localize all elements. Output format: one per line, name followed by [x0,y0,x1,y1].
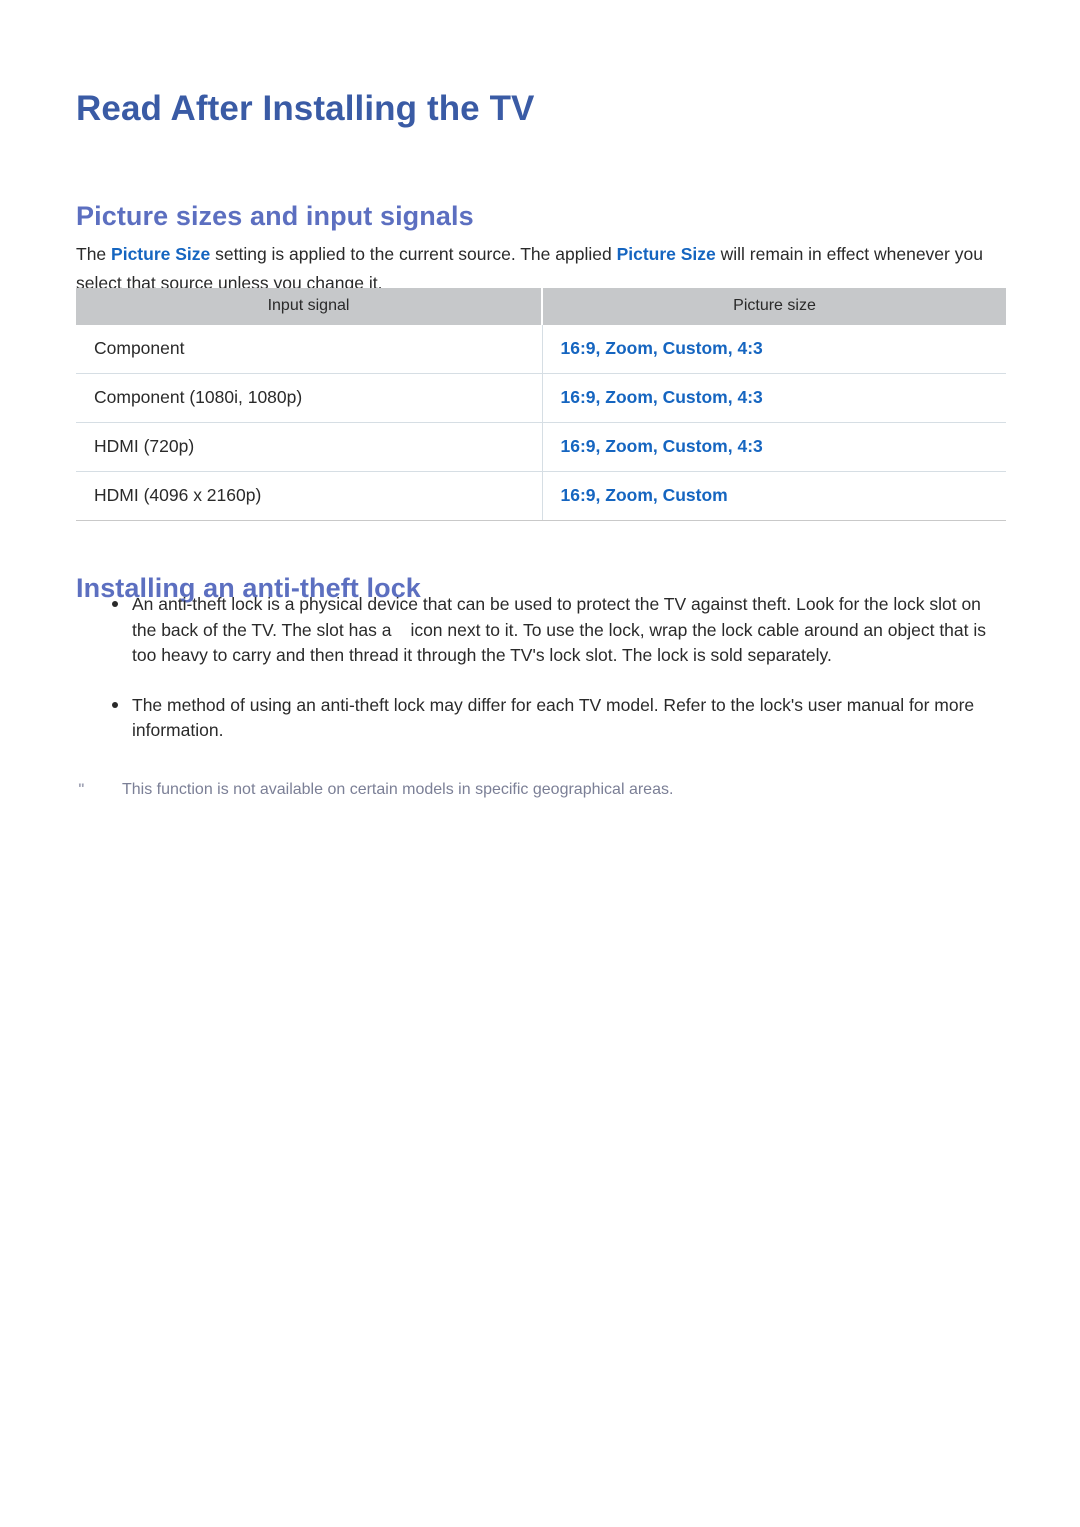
intro-text-part1: The [76,243,112,264]
cell-input-signal: HDMI (720p) [76,422,543,472]
picture-size-values: 16:9, Zoom, Custom, 4:3 [560,436,763,456]
cell-picture-size: 16:9, Zoom, Custom, 4:3 [542,325,1006,374]
table-header-row: Input signal Picture size [76,288,1006,325]
table-header: Input signal Picture size [76,288,1006,325]
cell-picture-size: 16:9, Zoom, Custom, 4:3 [542,422,1006,472]
footnote-text: This function is not available on certai… [122,781,674,798]
picture-size-values: 16:9, Zoom, Custom [560,485,728,505]
bullet-dot-icon [112,601,118,607]
picture-size-values: 16:9, Zoom, Custom, 4:3 [560,338,763,358]
anti-theft-bullet-list: An anti-theft lock is a physical device … [76,592,1004,744]
table-row: Component (1080i, 1080p) 16:9, Zoom, Cus… [76,373,1006,423]
picture-size-link-2[interactable]: Picture Size [617,244,716,264]
list-item: The method of using an anti-theft lock m… [76,693,1004,744]
section-heading-picture-sizes: Picture sizes and input signals [76,201,474,232]
document-page: Read After Installing the TV Picture siz… [0,0,1080,1527]
intro-text-part2: setting is applied to the current source… [210,243,617,264]
table-row: HDMI (4096 x 2160p) 16:9, Zoom, Custom [76,471,1006,521]
footnote: " This function is not available on cert… [76,778,1004,802]
cell-input-signal: Component (1080i, 1080p) [76,373,543,423]
input-signal-table: Input signal Picture size Component 16:9… [76,288,1006,521]
column-header-input-signal: Input signal [76,288,543,325]
list-item: An anti-theft lock is a physical device … [76,592,1004,669]
cell-input-signal: HDMI (4096 x 2160p) [76,471,543,521]
picture-size-values: 16:9, Zoom, Custom, 4:3 [560,387,763,407]
table-body: Component 16:9, Zoom, Custom, 4:3 Compon… [76,325,1006,521]
picture-size-link-1[interactable]: Picture Size [111,244,210,264]
footnote-quote-icon: " [78,780,85,796]
column-header-picture-size: Picture size [542,288,1006,325]
cell-picture-size: 16:9, Zoom, Custom, 4:3 [542,373,1006,423]
cell-picture-size: 16:9, Zoom, Custom [542,471,1006,521]
table-row: Component 16:9, Zoom, Custom, 4:3 [76,325,1006,374]
cell-input-signal: Component [76,325,543,374]
bullet-text: The method of using an anti-theft lock m… [132,694,975,741]
bullet-dot-icon [112,701,118,708]
table-row: HDMI (720p) 16:9, Zoom, Custom, 4:3 [76,422,1006,472]
page-title: Read After Installing the TV [76,89,535,129]
